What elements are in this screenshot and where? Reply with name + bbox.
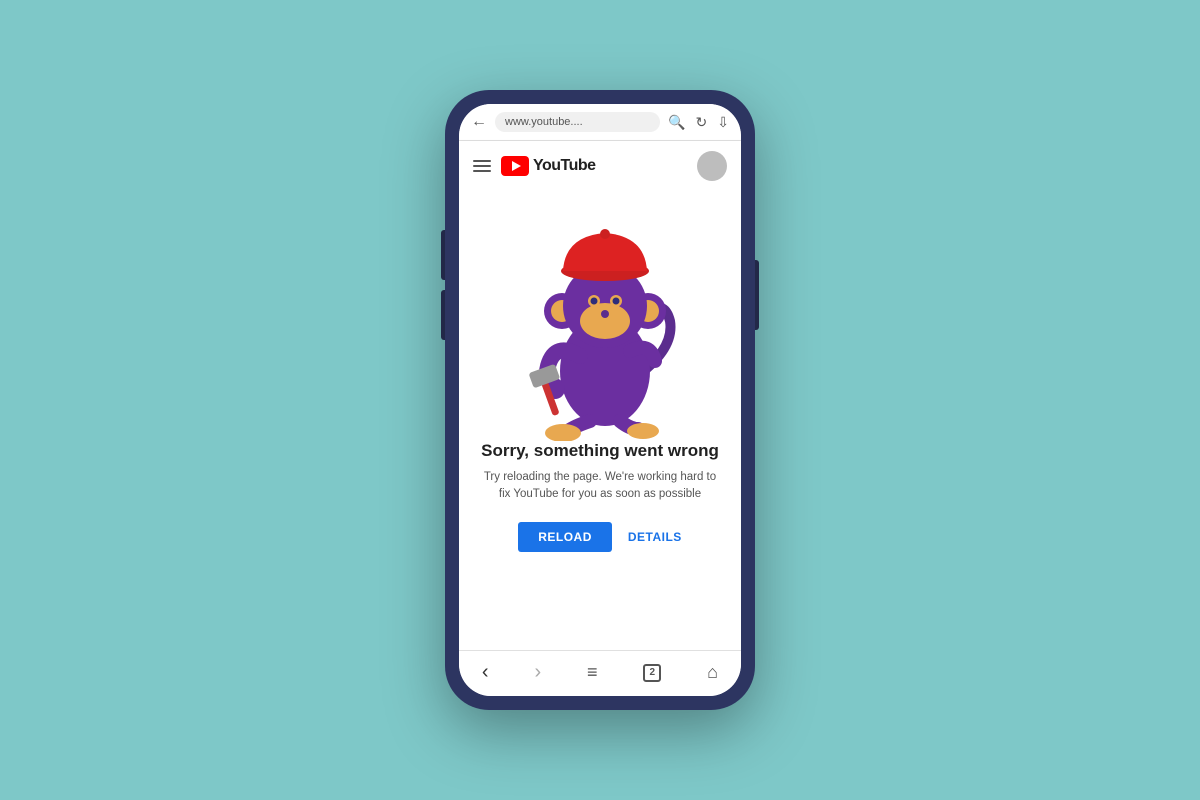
- youtube-logo-text: YouTube: [533, 157, 596, 175]
- nav-home-icon[interactable]: ⌂: [707, 662, 718, 683]
- error-title: Sorry, something went wrong: [481, 441, 719, 461]
- monkey-illustration: [500, 211, 700, 441]
- error-action-buttons: RELOAD DETAILS: [518, 522, 682, 552]
- download-icon[interactable]: ⇩: [717, 114, 729, 131]
- tabs-count: 2: [650, 667, 656, 678]
- youtube-header: YouTube: [459, 141, 741, 191]
- power-button: [755, 260, 759, 330]
- search-icon[interactable]: 🔍: [668, 114, 685, 131]
- browser-bottom-nav: ‹ › ≡ 2 ⌂: [459, 650, 741, 696]
- phone-screen: ← www.youtube.... 🔍 ↻ ⇩: [459, 104, 741, 696]
- volume-up-button: [441, 290, 445, 340]
- play-triangle-icon: [512, 161, 521, 171]
- hamburger-line: [473, 160, 491, 162]
- browser-address-bar: ← www.youtube.... 🔍 ↻ ⇩: [459, 104, 741, 141]
- nav-back-icon[interactable]: ‹: [482, 661, 489, 684]
- browser-back-icon[interactable]: ←: [471, 113, 487, 131]
- browser-action-icons: 🔍 ↻ ⇩: [668, 114, 729, 131]
- youtube-logo[interactable]: YouTube: [501, 156, 596, 176]
- reload-button[interactable]: RELOAD: [518, 522, 612, 552]
- phone-frame: ← www.youtube.... 🔍 ↻ ⇩: [445, 90, 755, 710]
- nav-tabs-button[interactable]: 2: [643, 664, 661, 682]
- error-page-content: Sorry, something went wrong Try reloadin…: [459, 191, 741, 650]
- refresh-icon[interactable]: ↻: [696, 114, 708, 131]
- url-text: www.youtube....: [505, 116, 583, 128]
- nav-menu-icon[interactable]: ≡: [587, 662, 598, 683]
- yt-header-left: YouTube: [473, 156, 596, 176]
- hamburger-line: [473, 165, 491, 167]
- error-subtitle: Try reloading the page. We're working ha…: [479, 469, 721, 504]
- volume-down-button: [441, 230, 445, 280]
- hamburger-menu-icon[interactable]: [473, 160, 491, 172]
- details-button[interactable]: DETAILS: [628, 530, 682, 544]
- url-bar[interactable]: www.youtube....: [495, 112, 660, 132]
- nav-forward-icon[interactable]: ›: [534, 661, 541, 684]
- youtube-icon: [501, 156, 529, 176]
- user-avatar[interactable]: [697, 151, 727, 181]
- hamburger-line: [473, 170, 491, 172]
- phone-body: ← www.youtube.... 🔍 ↻ ⇩: [445, 90, 755, 710]
